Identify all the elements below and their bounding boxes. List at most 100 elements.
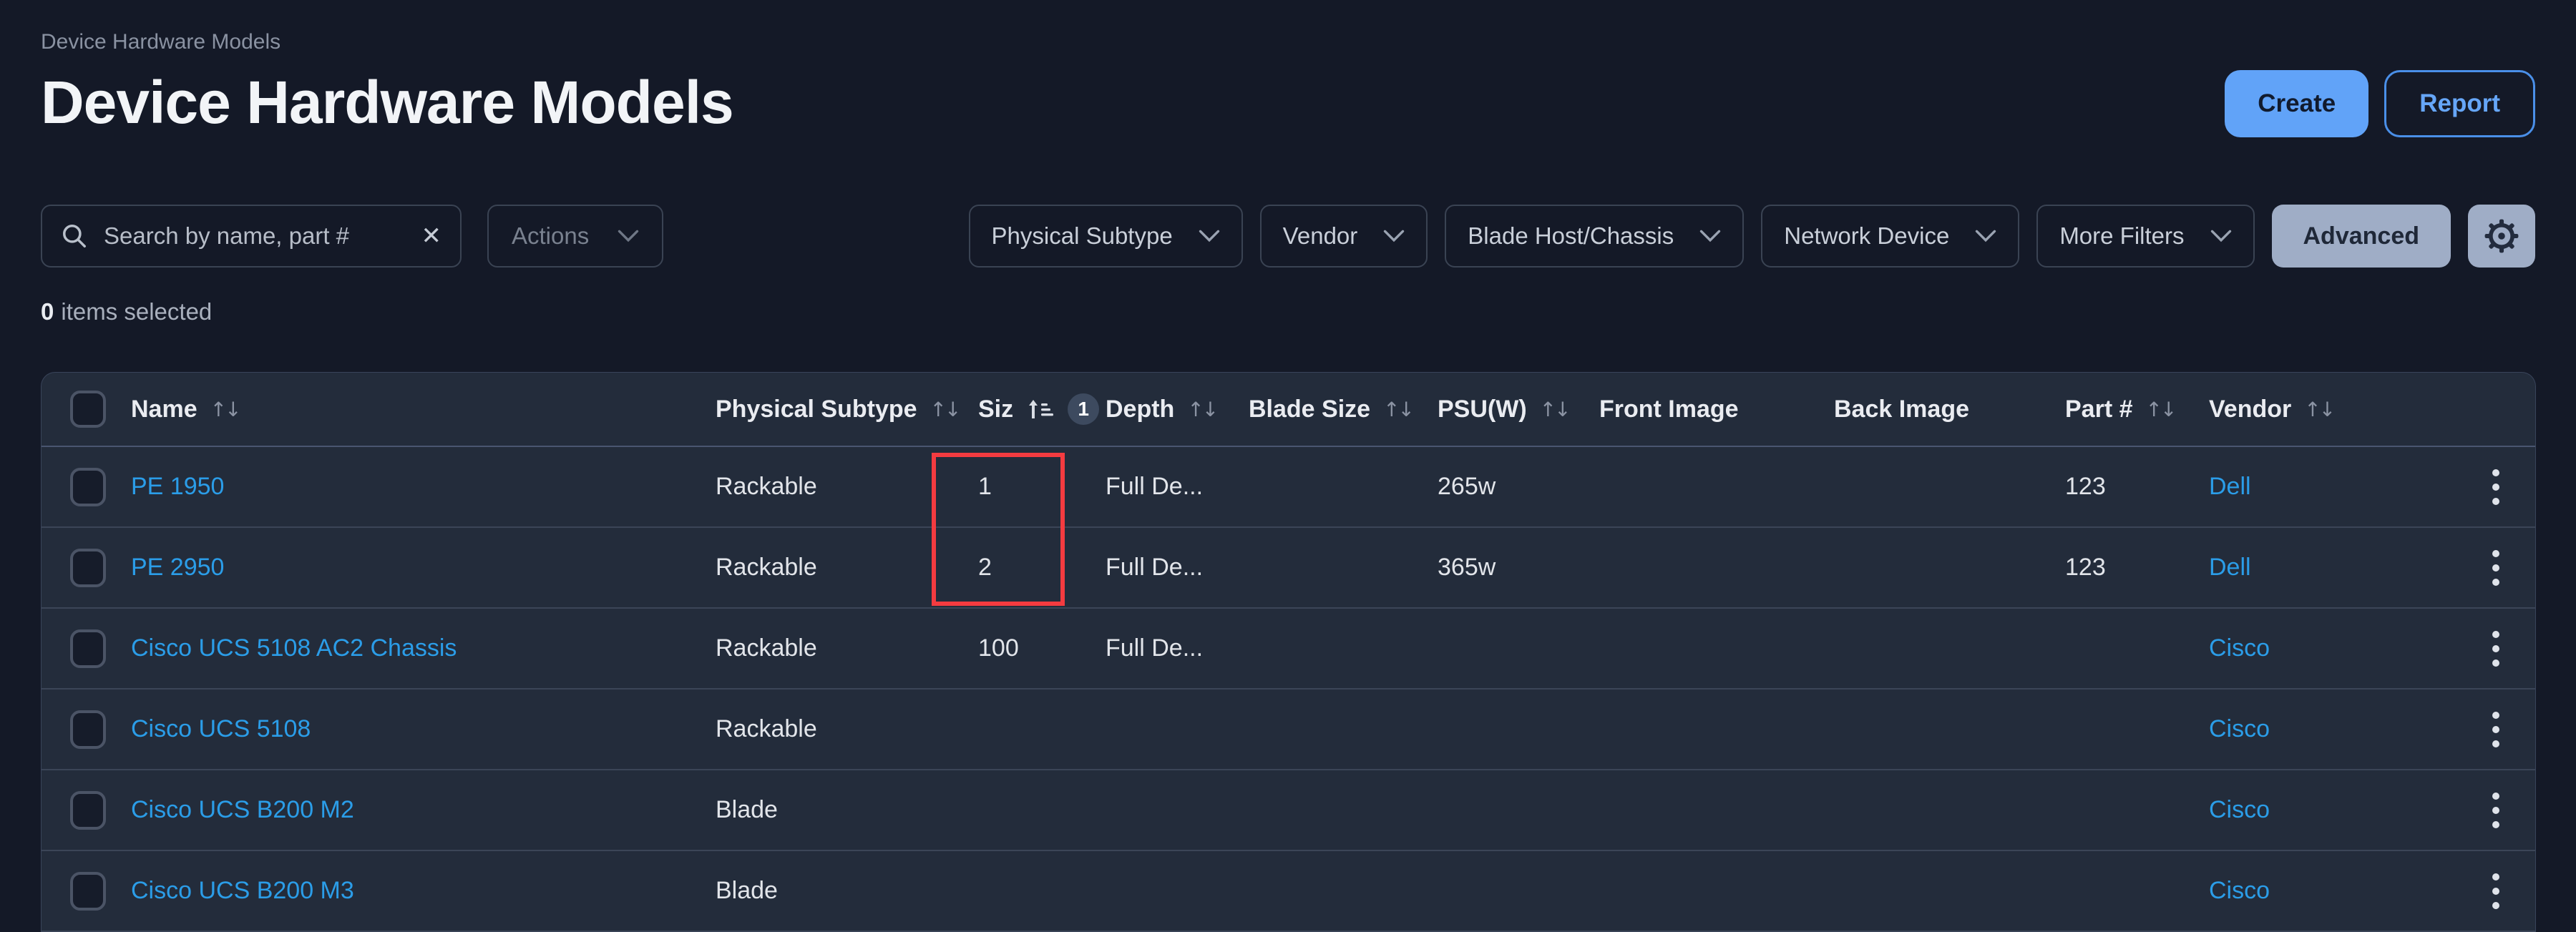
cell-depth: Full De...	[1106, 473, 1249, 501]
vendor-link[interactable]: Cisco	[2209, 715, 2270, 742]
cell-physical-subtype: Rackable	[716, 715, 978, 743]
gear-icon	[2483, 217, 2520, 255]
filter-label: More Filters	[2059, 222, 2184, 250]
row-checkbox[interactable]	[70, 549, 106, 587]
chevron-down-icon	[1199, 229, 1220, 243]
sort-icon[interactable]: ↑↓	[1187, 398, 1216, 421]
column-label: PSU(W)	[1438, 396, 1527, 423]
cell-psu: 265w	[1438, 473, 1599, 501]
cell-size: 1	[978, 473, 1106, 501]
device-name-link[interactable]: Cisco UCS 5108	[131, 715, 311, 742]
cell-physical-subtype: Rackable	[716, 473, 978, 501]
chevron-down-icon	[1975, 229, 1996, 243]
column-label: Siz	[978, 396, 1013, 423]
search-box[interactable]: ✕	[41, 205, 462, 268]
column-header-front-image: Front Image	[1599, 396, 1834, 423]
cell-part-number: 123	[2065, 473, 2209, 501]
row-checkbox[interactable]	[70, 710, 106, 749]
sort-icon[interactable]: ↑↓	[1383, 398, 1413, 421]
column-label: Vendor	[2209, 396, 2291, 423]
row-menu-kebab-icon[interactable]	[2485, 705, 2507, 755]
cell-physical-subtype: Rackable	[716, 554, 978, 582]
cell-size: 2	[978, 554, 1106, 582]
breadcrumb[interactable]: Device Hardware Models	[41, 29, 2535, 56]
cell-size: 100	[978, 634, 1106, 662]
settings-button[interactable]	[2468, 205, 2535, 268]
cell-physical-subtype: Rackable	[716, 634, 978, 662]
filter-label: Vendor	[1283, 222, 1358, 250]
row-checkbox[interactable]	[70, 629, 106, 668]
cell-physical-subtype: Blade	[716, 796, 978, 824]
sort-icon[interactable]: ↑↓	[930, 398, 960, 421]
table-row: Cisco UCS 5108 AC2 Chassis Rackable 100 …	[42, 609, 2535, 690]
chevron-down-icon	[618, 229, 639, 243]
filter-label: Blade Host/Chassis	[1468, 222, 1674, 250]
header-actions: Create Report	[2225, 70, 2535, 137]
column-header-depth[interactable]: Depth ↑↓	[1106, 396, 1249, 423]
cell-psu: 365w	[1438, 554, 1599, 582]
filter-network-device[interactable]: Network Device	[1761, 205, 2019, 268]
vendor-link[interactable]: Dell	[2209, 473, 2251, 500]
column-label: Blade Size	[1249, 396, 1370, 423]
advanced-button[interactable]: Advanced	[2272, 205, 2451, 268]
selection-summary: 0items selected	[41, 298, 2535, 326]
column-header-vendor[interactable]: Vendor ↑↓	[2209, 396, 2455, 423]
table-row: PE 1950 Rackable 1 Full De... 265w 123 D…	[42, 447, 2535, 528]
filter-more-filters[interactable]: More Filters	[2036, 205, 2254, 268]
cell-depth: Full De...	[1106, 634, 1249, 662]
report-button[interactable]: Report	[2384, 70, 2535, 137]
table-row: Cisco UCS B200 M2 Blade Cisco	[42, 770, 2535, 851]
search-input[interactable]	[104, 222, 406, 250]
actions-dropdown-label: Actions	[512, 222, 589, 250]
column-header-blade-size[interactable]: Blade Size ↑↓	[1249, 396, 1438, 423]
row-checkbox[interactable]	[70, 468, 106, 506]
filter-physical-subtype[interactable]: Physical Subtype	[969, 205, 1243, 268]
table-row: Cisco UCS B200 M3 Blade Cisco	[42, 851, 2535, 932]
vendor-link[interactable]: Cisco	[2209, 634, 2270, 662]
chevron-down-icon	[2210, 229, 2232, 243]
device-name-link[interactable]: Cisco UCS 5108 AC2 Chassis	[131, 634, 457, 662]
select-all-checkbox[interactable]	[70, 391, 106, 428]
sort-icon[interactable]: ↑↓	[2146, 398, 2175, 421]
filter-label: Network Device	[1784, 222, 1949, 250]
vendor-link[interactable]: Cisco	[2209, 796, 2270, 823]
row-menu-kebab-icon[interactable]	[2485, 462, 2507, 512]
cell-depth: Full De...	[1106, 554, 1249, 582]
row-menu-kebab-icon[interactable]	[2485, 866, 2507, 916]
filter-vendor[interactable]: Vendor	[1260, 205, 1428, 268]
column-header-size[interactable]: Siz 1	[978, 393, 1106, 425]
column-header-back-image: Back Image	[1834, 396, 2065, 423]
column-header-psu[interactable]: PSU(W) ↑↓	[1438, 396, 1599, 423]
column-label: Physical Subtype	[716, 396, 917, 423]
create-button[interactable]: Create	[2225, 70, 2368, 137]
column-header-name[interactable]: Name ↑↓	[131, 396, 716, 423]
column-label: Name	[131, 396, 197, 423]
sort-icon[interactable]: ↑↓	[2304, 398, 2333, 421]
vendor-link[interactable]: Dell	[2209, 554, 2251, 581]
cell-physical-subtype: Blade	[716, 877, 978, 905]
filter-group: Physical Subtype Vendor Blade Host/Chass…	[969, 205, 2535, 268]
page-title: Device Hardware Models	[41, 67, 2535, 137]
row-menu-kebab-icon[interactable]	[2485, 624, 2507, 674]
sort-icon[interactable]: ↑↓	[1540, 398, 1569, 421]
row-menu-kebab-icon[interactable]	[2485, 543, 2507, 593]
device-name-link[interactable]: PE 2950	[131, 554, 224, 581]
sort-icon[interactable]: ↑↓	[210, 398, 240, 421]
clear-search-icon[interactable]: ✕	[421, 222, 442, 250]
sort-ascending-icon[interactable]	[1026, 397, 1055, 421]
vendor-link[interactable]: Cisco	[2209, 877, 2270, 904]
chevron-down-icon	[1383, 229, 1405, 243]
device-hardware-models-page: Device Hardware Models Device Hardware M…	[0, 0, 2576, 932]
device-name-link[interactable]: PE 1950	[131, 473, 224, 500]
filter-blade-host-chassis[interactable]: Blade Host/Chassis	[1445, 205, 1744, 268]
row-checkbox[interactable]	[70, 872, 106, 911]
column-header-part-number[interactable]: Part # ↑↓	[2065, 396, 2209, 423]
row-menu-kebab-icon[interactable]	[2485, 785, 2507, 835]
column-header-physical-subtype[interactable]: Physical Subtype ↑↓	[716, 396, 978, 423]
search-icon	[61, 222, 88, 250]
actions-dropdown[interactable]: Actions	[487, 205, 663, 268]
row-checkbox[interactable]	[70, 791, 106, 830]
device-name-link[interactable]: Cisco UCS B200 M2	[131, 796, 354, 823]
device-name-link[interactable]: Cisco UCS B200 M3	[131, 877, 354, 904]
table-row: PE 2950 Rackable 2 Full De... 365w 123 D…	[42, 528, 2535, 609]
